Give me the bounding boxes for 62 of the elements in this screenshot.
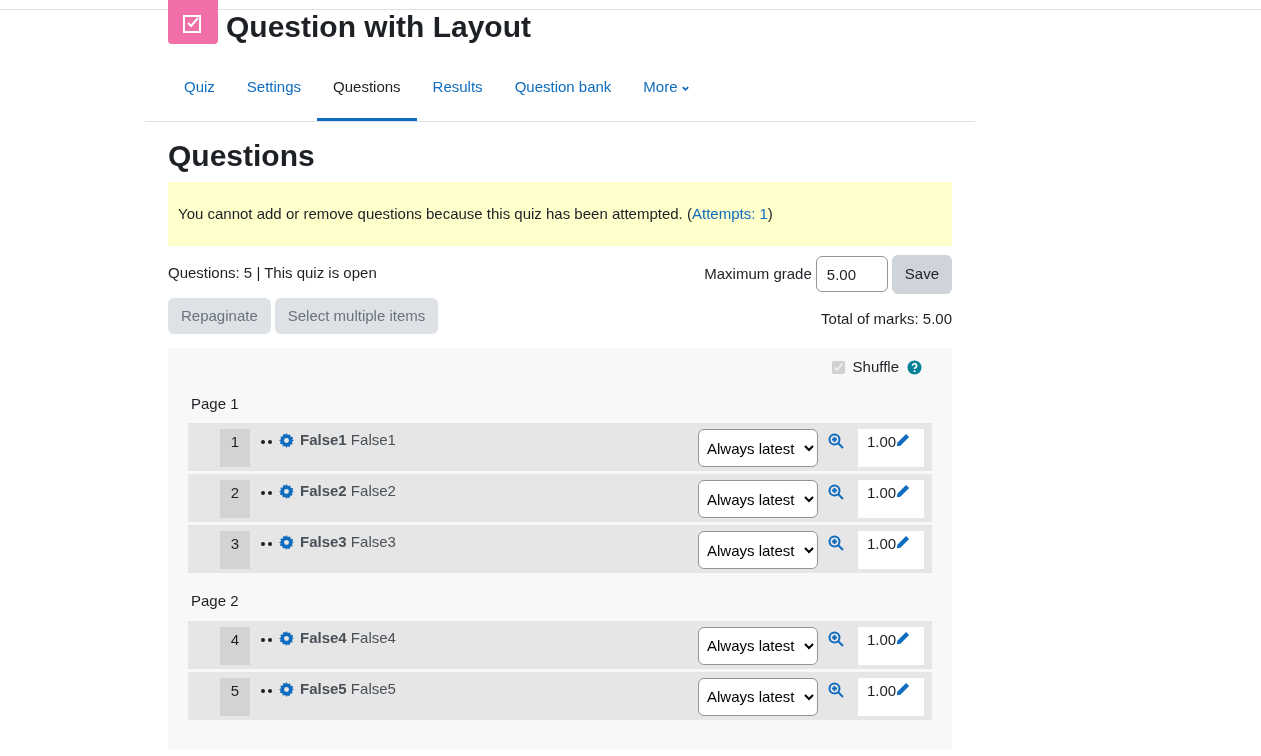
- version-select[interactable]: Always latest: [698, 531, 818, 569]
- nav-tab[interactable]: Question bank: [498, 56, 628, 121]
- dots-icon: [260, 687, 273, 694]
- maximum-grade-field[interactable]: 5.00: [815, 256, 888, 293]
- question-number: 2: [220, 480, 250, 518]
- question-mark: 1.00: [867, 432, 897, 452]
- question-name[interactable]: False2 False2: [300, 480, 396, 503]
- gear-icon[interactable]: [279, 630, 294, 646]
- nav-tab[interactable]: Results: [416, 56, 499, 121]
- total-marks: Total of marks: 5.00: [821, 308, 952, 329]
- pencil-icon[interactable]: [896, 484, 911, 498]
- question-name[interactable]: False5 False5: [300, 677, 396, 700]
- nav-tab[interactable]: Settings: [230, 56, 318, 121]
- save-button[interactable]: Save: [891, 255, 952, 294]
- notice-message: You cannot add or remove questions because this quiz has been attempted. (Attempts: 1): [168, 181, 952, 246]
- page-title: Question with Layout: [226, 9, 531, 42]
- version-select[interactable]: Always latest: [698, 429, 818, 467]
- dots-icon: [260, 636, 273, 643]
- help-icon[interactable]: [907, 359, 922, 375]
- question-name[interactable]: False1 False1: [300, 429, 396, 452]
- question-mark: 1.00: [867, 680, 897, 701]
- repaginate-button[interactable]: Repaginate: [168, 297, 271, 334]
- page-label: Page 1: [190, 393, 240, 414]
- dots-icon: [260, 541, 273, 547]
- attempts-link[interactable]: Attempts: 1: [691, 204, 768, 222]
- gear-icon[interactable]: [279, 433, 294, 448]
- quiz-summary: Questions: 5 | This quiz is open: [168, 263, 378, 283]
- question-number: 1: [220, 429, 250, 467]
- question-mark: 1.00: [867, 629, 897, 650]
- page-label: Page 2: [190, 591, 240, 611]
- nav-tab[interactable]: Quiz: [168, 56, 231, 121]
- dots-icon: [260, 490, 273, 496]
- gear-icon[interactable]: [279, 681, 294, 697]
- nav-tab[interactable]: Questions: [317, 56, 417, 121]
- pencil-icon[interactable]: [896, 433, 911, 447]
- question-mark: 1.00: [867, 534, 897, 554]
- select-multiple-button[interactable]: Select multiple items: [274, 297, 439, 334]
- version-select[interactable]: Always latest: [698, 626, 818, 665]
- pencil-icon[interactable]: [896, 681, 911, 696]
- question-name[interactable]: False4 False4: [300, 626, 396, 649]
- zoom-in-icon[interactable]: [828, 433, 844, 449]
- more-menu[interactable]: More: [627, 56, 706, 121]
- dots-icon: [260, 439, 273, 445]
- version-select[interactable]: Always latest: [698, 480, 818, 518]
- question-mark: 1.00: [867, 483, 897, 503]
- gear-icon[interactable]: [279, 535, 294, 550]
- question-number: 4: [220, 626, 250, 665]
- section-heading: Questions: [168, 137, 316, 174]
- shuffle-label: Shuffle: [852, 357, 899, 377]
- question-number: 5: [220, 677, 250, 716]
- pencil-icon[interactable]: [896, 630, 911, 645]
- zoom-in-icon[interactable]: [828, 630, 844, 647]
- gear-icon[interactable]: [279, 484, 294, 499]
- maximum-grade-label: Maximum grade: [704, 264, 812, 284]
- zoom-in-icon[interactable]: [828, 484, 844, 500]
- question-name[interactable]: False3 False3: [300, 531, 396, 554]
- pencil-icon[interactable]: [896, 535, 911, 549]
- question-number: 3: [220, 531, 250, 569]
- zoom-in-icon[interactable]: [828, 535, 844, 551]
- quiz-icon: [168, 0, 218, 44]
- version-select[interactable]: Always latest: [698, 677, 818, 716]
- zoom-in-icon[interactable]: [828, 681, 844, 698]
